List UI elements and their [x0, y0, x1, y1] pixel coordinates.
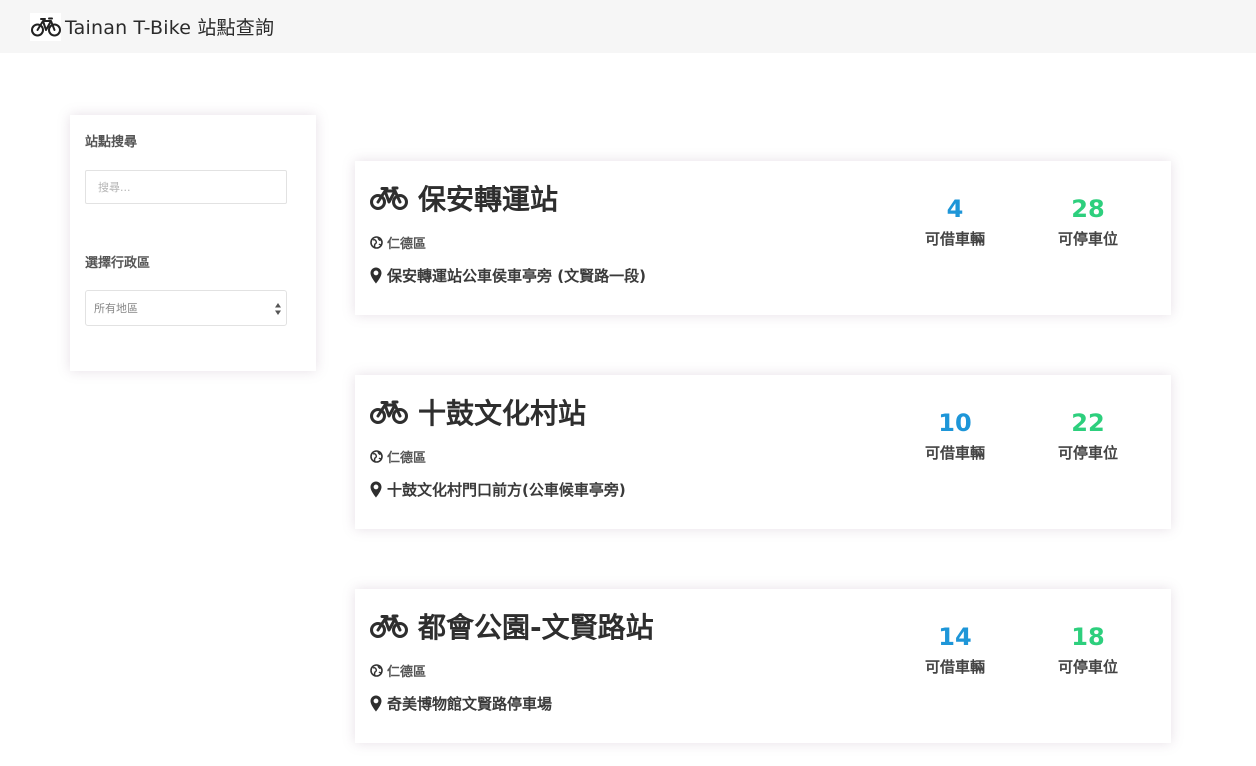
available-bikes-count: 14 — [938, 623, 972, 651]
bicycle-icon — [370, 614, 408, 638]
station-name: 十鼓文化村站 — [418, 397, 587, 430]
available-bikes: 10 可借車輛 — [910, 406, 1000, 463]
available-bikes-label: 可借車輛 — [924, 230, 985, 248]
station-district: 仁德區 — [387, 237, 427, 252]
bicycle-icon — [30, 12, 61, 41]
map-marker-icon — [370, 695, 382, 712]
select-arrows-icon — [275, 303, 281, 315]
station-address: 保安轉運站公車侯車亭旁 (文賢路一段) — [387, 267, 646, 285]
available-bikes: 4 可借車輛 — [910, 192, 1000, 249]
available-bikes-count: 10 — [938, 409, 972, 437]
available-bikes-label: 可借車輛 — [924, 444, 985, 462]
navbar: Tainan T-Bike 站點查詢 — [0, 0, 1256, 53]
globe-icon — [370, 664, 383, 677]
district-selected-value: 所有地區 — [94, 302, 138, 315]
empty-docks-label: 可停車位 — [1057, 444, 1118, 462]
search-label: 站點搜尋 — [85, 135, 138, 150]
empty-docks-label: 可停車位 — [1057, 658, 1118, 676]
search-input[interactable] — [85, 170, 287, 204]
station-address: 奇美博物館文賢路停車場 — [387, 695, 553, 713]
empty-docks-count: 18 — [1071, 623, 1105, 651]
station-card[interactable]: 保安轉運站 仁德區 保安轉運站公車侯車亭旁 (文賢路一段) 4 可借車輛 28 … — [355, 161, 1171, 315]
map-marker-icon — [370, 267, 382, 284]
filter-sidebar: 站點搜尋 選擇行政區 所有地區 — [70, 115, 316, 371]
available-bikes-label: 可借車輛 — [924, 658, 985, 676]
bicycle-icon — [370, 400, 408, 424]
empty-docks: 18 可停車位 — [1043, 620, 1133, 677]
station-card[interactable]: 都會公園-文賢路站 仁德區 奇美博物館文賢路停車場 14 可借車輛 18 可停車… — [355, 589, 1171, 743]
available-bikes-count: 4 — [946, 195, 964, 223]
app-title: Tainan T-Bike 站點查詢 — [65, 17, 275, 39]
bicycle-icon — [370, 186, 408, 210]
globe-icon — [370, 236, 383, 249]
station-address: 十鼓文化村門口前方(公車候車亭旁) — [387, 481, 626, 499]
empty-docks-label: 可停車位 — [1057, 230, 1118, 248]
station-district: 仁德區 — [387, 451, 427, 466]
station-district: 仁德區 — [387, 665, 427, 680]
station-name: 保安轉運站 — [418, 183, 559, 216]
globe-icon — [370, 450, 383, 463]
empty-docks-count: 28 — [1071, 195, 1105, 223]
empty-docks-count: 22 — [1071, 409, 1105, 437]
empty-docks: 22 可停車位 — [1043, 406, 1133, 463]
map-marker-icon — [370, 481, 382, 498]
station-card[interactable]: 十鼓文化村站 仁德區 十鼓文化村門口前方(公車候車亭旁) 10 可借車輛 22 … — [355, 375, 1171, 529]
brand-link[interactable]: Tainan T-Bike 站點查詢 — [30, 12, 275, 41]
district-select[interactable]: 所有地區 — [85, 290, 287, 326]
available-bikes: 14 可借車輛 — [910, 620, 1000, 677]
station-name: 都會公園-文賢路站 — [418, 611, 654, 644]
empty-docks: 28 可停車位 — [1043, 192, 1133, 249]
district-label: 選擇行政區 — [85, 256, 151, 271]
